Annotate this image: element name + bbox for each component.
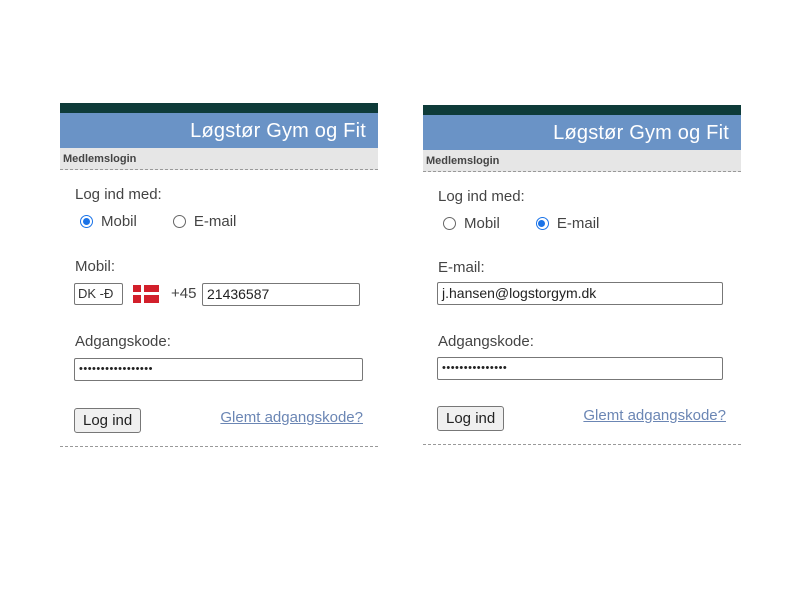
login-panel-email: Løgstør Gym og Fit Medlemslogin Log ind …: [423, 105, 741, 445]
radio-option-mobile[interactable]: Mobil: [443, 215, 500, 232]
radio-mobile-label: Mobil: [464, 215, 500, 232]
radio-mobile[interactable]: [443, 217, 456, 230]
radio-email[interactable]: [172, 215, 186, 228]
radio-mobile-label: Mobil: [101, 213, 137, 230]
radio-email-label: E-mail: [193, 213, 237, 230]
login-form: Log ind med: Mobil E-mail E-mail: j.hans…: [423, 172, 741, 445]
country-code-select[interactable]: DK -Ð: [74, 283, 123, 305]
login-method-radio-group: Mobil E-mail: [80, 213, 236, 230]
gym-title-header: Løgstør Gym og Fit: [423, 115, 741, 150]
member-login-bar: Medlemslogin: [60, 148, 378, 170]
radio-option-email[interactable]: E-mail: [535, 215, 600, 232]
gym-title-header: Løgstør Gym og Fit: [60, 113, 378, 148]
password-input[interactable]: •••••••••••••••••: [74, 358, 363, 381]
forgot-password-link[interactable]: Glemt adgangskode?: [220, 409, 363, 426]
radio-option-email[interactable]: E-mail: [172, 213, 237, 230]
login-button[interactable]: Log ind: [74, 408, 142, 433]
phone-prefix: +45: [171, 285, 197, 302]
mobile-number-input[interactable]: 21436587: [202, 283, 360, 306]
radio-mobile[interactable]: [80, 215, 93, 228]
radio-email-label: E-mail: [556, 215, 600, 232]
email-field-label: E-mail:: [438, 259, 485, 276]
denmark-flag-icon: [133, 285, 159, 303]
member-login-bar: Medlemslogin: [423, 150, 741, 172]
login-method-radio-group: Mobil E-mail: [443, 215, 599, 232]
login-panel-mobile: Løgstør Gym og Fit Medlemslogin Log ind …: [60, 103, 378, 447]
mobile-field-label: Mobil:: [75, 258, 116, 275]
login-method-label: Log ind med:: [75, 186, 162, 203]
password-label: Adgangskode:: [438, 333, 534, 350]
password-label: Adgangskode:: [75, 333, 171, 350]
email-input[interactable]: j.hansen@logstorgym.dk: [437, 282, 723, 305]
radio-option-mobile[interactable]: Mobil: [80, 213, 137, 230]
top-accent-bar: [423, 105, 741, 115]
forgot-password-link[interactable]: Glemt adgangskode?: [583, 407, 726, 424]
top-accent-bar: [60, 103, 378, 113]
password-input[interactable]: •••••••••••••••: [437, 357, 723, 380]
login-form: Log ind med: Mobil E-mail Mobil: DK -Ð +…: [60, 170, 378, 447]
login-method-label: Log ind med:: [438, 188, 525, 205]
login-button[interactable]: Log ind: [437, 406, 505, 431]
radio-email[interactable]: [535, 217, 549, 230]
